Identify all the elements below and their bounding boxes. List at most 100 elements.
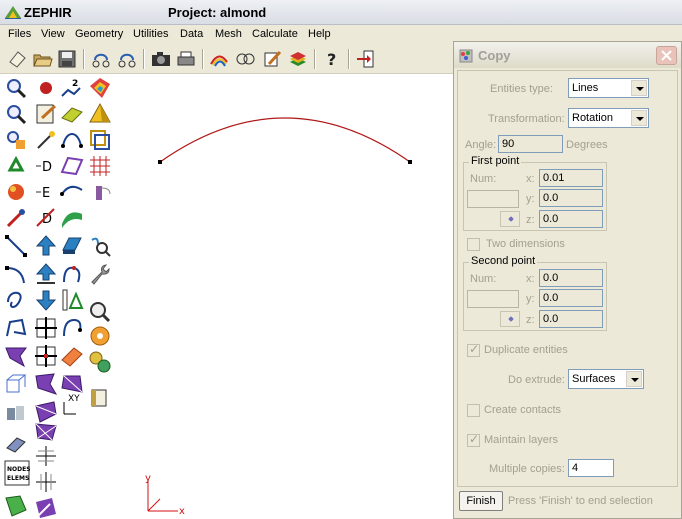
open-folder-icon[interactable] [31,48,53,70]
undo-icon[interactable] [90,48,112,70]
volume-cube-icon[interactable] [4,372,28,396]
nozzle-icon[interactable] [88,180,112,204]
gears-icon[interactable] [88,350,112,374]
zoom-fit-icon[interactable] [4,102,28,126]
green-plane-icon[interactable] [60,102,84,126]
dimension-e-icon[interactable]: E [34,180,58,204]
orange-gear-icon[interactable] [88,324,112,348]
arrow-down-icon[interactable] [34,288,58,312]
drawing-canvas[interactable]: y x [116,74,453,519]
second-z-input[interactable]: 0.0 [539,310,603,328]
print-icon[interactable] [175,48,197,70]
curve-connect-icon[interactable] [60,180,84,204]
book-icon[interactable] [88,386,112,410]
notes-edit-icon[interactable] [34,102,58,126]
menu-help[interactable]: Help [308,28,331,40]
red-grid-icon[interactable] [88,154,112,178]
entities-type-select[interactable]: Lines [568,78,649,98]
transformation-select[interactable]: Rotation [568,108,649,128]
mesh-surface-icon[interactable] [4,494,28,518]
hook-node-icon[interactable] [60,316,84,340]
zoom-in-icon[interactable] [4,76,28,100]
dimension-d-icon[interactable]: D [34,154,58,178]
create-contacts-checkbox[interactable] [467,404,480,417]
first-y-input[interactable]: 0.0 [539,189,603,207]
rainbow-surface-icon[interactable] [88,76,112,100]
wrench-icon[interactable] [88,262,112,286]
dialog-titlebar[interactable]: Copy [454,42,681,68]
save-disk-icon[interactable] [56,48,78,70]
two-dimensions-checkbox[interactable] [467,238,480,251]
duplicate-entities-checkbox[interactable] [467,342,480,357]
render-ball-icon[interactable] [4,180,28,204]
finish-button[interactable]: Finish [459,491,503,511]
exit-door-icon[interactable] [355,48,377,70]
chevron-down-icon[interactable] [631,80,647,96]
redo-icon[interactable] [116,48,138,70]
purple-surface-icon[interactable] [34,372,58,396]
menu-data[interactable]: Data [180,28,203,40]
new-file-icon[interactable] [6,48,28,70]
cross-grid-icon[interactable] [34,316,58,340]
extrude-surface-icon[interactable] [60,234,84,258]
second-pick-button[interactable] [500,311,520,327]
polyline-tool-icon[interactable] [4,316,28,340]
menu-files[interactable]: Files [8,28,31,40]
red-dot-icon[interactable] [34,76,58,100]
do-extrude-select[interactable]: Surfaces [568,369,644,389]
arc-tool-icon[interactable] [4,262,28,286]
ruler-triangle-icon[interactable] [60,288,84,312]
wireless-zoom-icon[interactable] [88,234,112,258]
eraser-icon[interactable] [4,432,28,456]
menu-view[interactable]: View [41,28,65,40]
orange-plate-icon[interactable] [60,344,84,368]
close-button[interactable] [656,46,677,65]
line-tool-icon[interactable] [4,234,28,258]
nodes-elems-icon[interactable]: NODES ELEMS [4,460,30,486]
rainbow-color-icon[interactable] [208,48,230,70]
camera-icon[interactable] [150,48,172,70]
dimension-d-red-icon[interactable]: D [34,206,58,230]
check-zoom-icon[interactable] [88,300,112,324]
bezier-icon[interactable] [60,128,84,152]
menu-utilities[interactable]: Utilities [133,28,168,40]
material-objects-icon[interactable] [4,400,28,424]
grid-small-icon[interactable] [34,444,58,468]
second-y-input[interactable]: 0.0 [539,289,603,307]
green-sheet-icon[interactable] [60,206,84,230]
second-num-input[interactable] [467,290,519,308]
first-z-input[interactable]: 0.0 [539,210,603,228]
path-node-icon[interactable] [60,262,84,286]
magic-wand-icon[interactable] [34,128,58,152]
arrow-up-icon[interactable] [34,234,58,258]
multiple-copies-input[interactable]: 4 [568,459,614,477]
purple-net-icon[interactable] [34,420,58,444]
second-x-input[interactable]: 0.0 [539,269,603,287]
view-angle-icon[interactable] [234,48,256,70]
maintain-layers-checkbox[interactable] [467,432,480,447]
axes-xy-icon[interactable]: XY [60,392,88,416]
recycle-icon[interactable] [4,154,28,178]
pyramid-icon[interactable] [88,102,112,126]
scale-x2-icon[interactable]: 2 [60,76,84,100]
cross-grid-red-icon[interactable] [34,344,58,368]
spline-tool-icon[interactable] [4,288,28,312]
purple-bent-icon[interactable] [60,154,84,178]
pick-point-icon[interactable] [4,206,28,230]
chevron-down-icon[interactable] [626,371,642,387]
frame-box-icon[interactable] [88,128,112,152]
edit-pencil-icon[interactable] [261,48,283,70]
first-pick-button[interactable] [500,211,520,227]
layers-icon[interactable] [287,48,309,70]
first-x-input[interactable]: 0.01 [539,169,603,187]
menu-geometry[interactable]: Geometry [75,28,123,40]
menu-mesh[interactable]: Mesh [215,28,242,40]
angle-input[interactable]: 90 [498,135,563,153]
menu-calculate[interactable]: Calculate [252,28,298,40]
arrow-up-line-icon[interactable] [34,262,58,286]
chevron-down-icon[interactable] [631,110,647,126]
first-num-input[interactable] [467,190,519,208]
zoom-box-icon[interactable] [4,128,28,152]
mesh-edit-icon[interactable] [34,496,58,519]
help-question-icon[interactable]: ? [321,48,343,70]
